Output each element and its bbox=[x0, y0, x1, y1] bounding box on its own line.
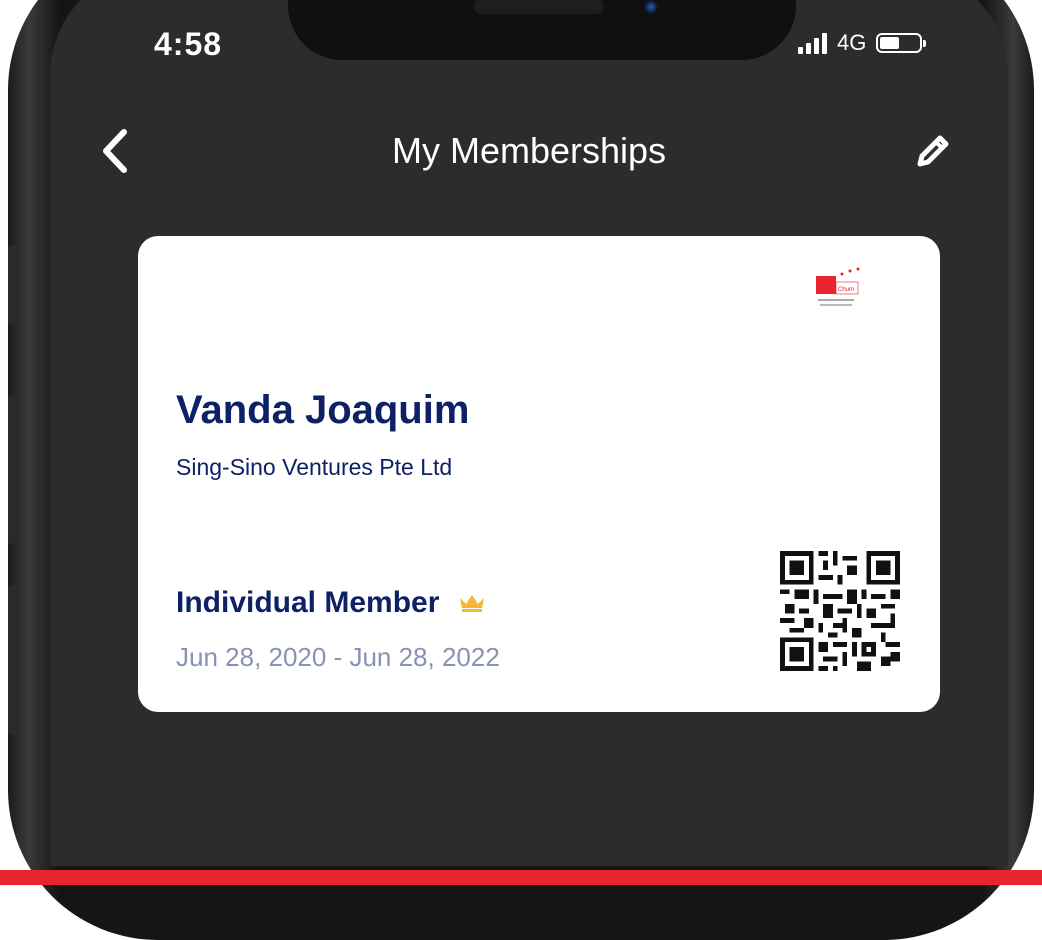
phone-screen: 4:58 4G My Memberships Chum Vanda Joaqui… bbox=[50, 0, 1008, 866]
crown-icon bbox=[460, 595, 485, 612]
page-title: My Memberships bbox=[391, 130, 667, 171]
membership-tier: Individual Member bbox=[176, 586, 485, 620]
silent-switch bbox=[8, 245, 20, 325]
status-indicators: 4G bbox=[798, 30, 927, 56]
membership-dates: Jun 28, 2020 - Jun 28, 2022 bbox=[176, 642, 500, 672]
member-name: Vanda Joaquim bbox=[176, 388, 470, 432]
front-camera bbox=[644, 0, 658, 14]
navigation-bar: My Memberships bbox=[50, 106, 1008, 196]
notch bbox=[288, 0, 796, 60]
membership-card[interactable]: Chum Vanda Joaquim Sing-Sino Ventures Pt… bbox=[138, 236, 940, 712]
pencil-icon bbox=[917, 135, 949, 167]
phone-frame: 4:58 4G My Memberships Chum Vanda Joaqui… bbox=[8, 0, 1034, 940]
battery-icon bbox=[876, 33, 927, 53]
svg-text:Chum: Chum bbox=[838, 287, 854, 293]
qr-code-icon[interactable] bbox=[780, 551, 900, 671]
company-name: Sing-Sino Ventures Pte Ltd bbox=[176, 454, 453, 480]
volume-up-button bbox=[8, 395, 20, 545]
edit-button[interactable] bbox=[910, 128, 956, 174]
tier-label: Individual Member bbox=[176, 586, 440, 619]
speaker-grille bbox=[474, 0, 604, 14]
status-time: 4:58 bbox=[154, 26, 223, 62]
battery-level bbox=[880, 37, 900, 49]
signal-icon bbox=[798, 32, 827, 54]
network-label: 4G bbox=[837, 30, 867, 55]
organization-logo: Chum bbox=[814, 266, 876, 316]
accent-bar bbox=[0, 870, 1042, 885]
volume-down-button bbox=[8, 585, 20, 735]
